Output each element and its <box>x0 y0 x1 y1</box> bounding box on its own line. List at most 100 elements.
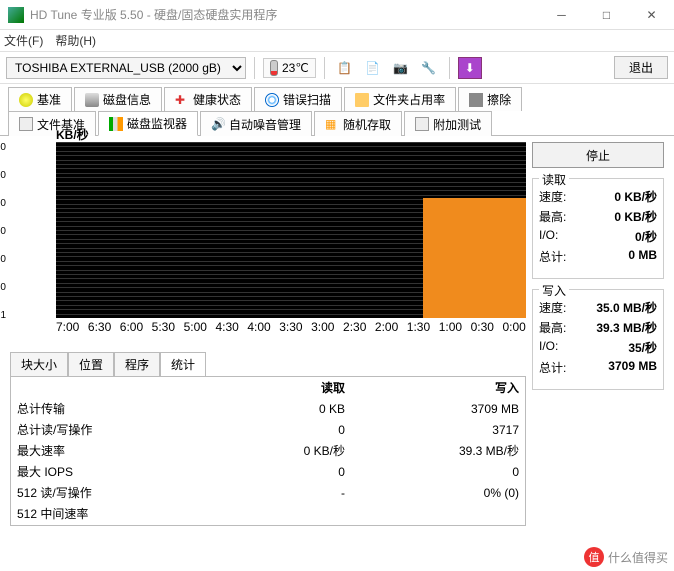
save-screenshot-button[interactable]: 📷 <box>389 57 413 79</box>
online-button[interactable]: ⬇ <box>458 57 482 79</box>
chart-y-title: KB/秒 <box>56 126 89 143</box>
chart-canvas <box>56 142 526 318</box>
read-legend: 读取 <box>539 171 569 188</box>
stat-row: 速度: 0 KB/秒 <box>539 188 657 205</box>
watermark: 值 什么值得买 <box>584 547 668 567</box>
write-legend: 写入 <box>539 282 569 299</box>
table-cell: 最大速率 <box>11 440 222 461</box>
minimize-button[interactable]: ─ <box>539 0 584 30</box>
ico-scan-icon <box>265 93 279 107</box>
table-cell: 39.3 MB/秒 <box>351 440 525 461</box>
stat-value: 39.3 MB/秒 <box>596 319 657 336</box>
menu-bar: 文件(F) 帮助(H) <box>0 30 674 52</box>
table-cell: 最大 IOPS <box>11 461 222 482</box>
read-group: 读取 速度:0 KB/秒最高:0 KB/秒I/O:0/秒总计:0 MB <box>532 178 664 279</box>
col-header: 读取 <box>222 377 351 398</box>
close-button[interactable]: ✕ <box>629 0 674 30</box>
stat-value: 0 KB/秒 <box>614 188 657 205</box>
tab-label: 磁盘监视器 <box>127 115 187 132</box>
table-row: 最大 IOPS00 <box>11 461 525 482</box>
temperature-value: 23℃ <box>282 61 309 75</box>
tab-label: 自动噪音管理 <box>229 116 301 133</box>
tab-label: 基准 <box>37 91 61 108</box>
tab-label: 附加测试 <box>433 116 481 133</box>
stat-row: 最高: 39.3 MB/秒 <box>539 319 657 336</box>
tab-附加测试[interactable]: 附加测试 <box>404 111 492 136</box>
ico-speaker-icon: 🔊 <box>211 117 225 131</box>
x-tick: 2:30 <box>343 320 366 334</box>
tab-label: 文件夹占用率 <box>373 91 445 108</box>
ico-erase-icon <box>469 93 483 107</box>
watermark-badge: 值 <box>584 547 604 567</box>
copy-info-button[interactable]: 📋 <box>333 57 357 79</box>
table-cell: - <box>222 524 351 526</box>
ico-folder-icon <box>355 93 369 107</box>
tab-健康状态[interactable]: ✚健康状态 <box>164 87 252 111</box>
stat-row: 速度:35.0 MB/秒 <box>539 299 657 316</box>
ico-monitor-icon <box>109 117 123 131</box>
table-cell: 0 <box>222 461 351 482</box>
table-cell: 512 读/写操作 <box>11 482 222 503</box>
tab-文件夹占用率[interactable]: 文件夹占用率 <box>344 87 456 111</box>
download-icon: ⬇ <box>465 61 475 75</box>
ico-disk-icon <box>85 93 99 107</box>
stat-row: 总计:0 MB <box>539 248 657 265</box>
gear-icon: 🔧 <box>421 61 436 75</box>
x-tick: 6:00 <box>120 320 143 334</box>
table-cell: - <box>222 482 351 503</box>
col-header <box>11 377 222 398</box>
x-tick: 3:30 <box>279 320 302 334</box>
x-tick: 5:00 <box>184 320 207 334</box>
maximize-button[interactable]: □ <box>584 0 629 30</box>
tab-基准[interactable]: 基准 <box>8 87 72 111</box>
subtab-统计[interactable]: 统计 <box>160 352 206 376</box>
x-tick: 1:00 <box>439 320 462 334</box>
y-tick: 100 <box>0 254 6 265</box>
subtab-程序[interactable]: 程序 <box>114 352 160 376</box>
table-cell: 总计读/写操作 <box>11 419 222 440</box>
tab-row-1: 基准磁盘信息✚健康状态错误扫描 文件夹占用率擦除 <box>8 86 666 110</box>
tab-自动噪音管理[interactable]: 🔊 自动噪音管理 <box>200 111 312 136</box>
menu-help[interactable]: 帮助(H) <box>55 32 96 49</box>
chart-x-axis: 7:006:306:005:305:004:304:003:303:002:30… <box>56 320 526 334</box>
chart-bar-write <box>423 198 526 318</box>
x-tick: 5:30 <box>152 320 175 334</box>
stat-key: 速度: <box>539 188 566 205</box>
subtab-位置[interactable]: 位置 <box>68 352 114 376</box>
tab-随机存取[interactable]: ▦随机存取 <box>314 111 402 136</box>
x-tick: 4:30 <box>215 320 238 334</box>
stat-row: I/O:0/秒 <box>539 228 657 245</box>
stat-value: 35/秒 <box>628 339 657 356</box>
tab-磁盘信息[interactable]: 磁盘信息 <box>74 87 162 111</box>
tab-磁盘监视器[interactable]: 磁盘监视器 <box>98 111 198 136</box>
options-button[interactable]: 🔧 <box>417 57 441 79</box>
right-column: 停止 读取 速度:0 KB/秒最高:0 KB/秒I/O:0/秒总计:0 MB 写… <box>532 142 664 526</box>
stop-button[interactable]: 停止 <box>532 142 664 168</box>
stat-key: I/O: <box>539 228 558 245</box>
stat-key: 速度: <box>539 299 566 316</box>
table-cell: 0 KB/秒 <box>222 440 351 461</box>
table-cell: 0 <box>351 461 525 482</box>
table-cell: 0% (0) <box>351 524 525 526</box>
tab-擦除[interactable]: 擦除 <box>458 87 522 111</box>
stat-key: 最高: <box>539 208 566 225</box>
table-cell: 0% (0) <box>351 482 525 503</box>
table-row: 总计读/写操作03717 <box>11 419 525 440</box>
stat-key: 最高: <box>539 319 566 336</box>
thermometer-icon <box>270 60 278 76</box>
drive-select[interactable]: TOSHIBA EXTERNAL_USB (2000 gB) <box>6 57 246 79</box>
menu-file[interactable]: 文件(F) <box>4 32 43 49</box>
app-icon <box>8 7 24 23</box>
tab-错误扫描[interactable]: 错误扫描 <box>254 87 342 111</box>
copy-screenshot-button[interactable]: 📄 <box>361 57 385 79</box>
stats-table-container[interactable]: 读取写入总计传输0 KB3709 MB总计读/写操作03717最大速率0 KB/… <box>10 376 526 526</box>
ico-bulb-icon <box>19 93 33 107</box>
temperature-display: 23℃ <box>263 58 316 78</box>
stat-value: 0 KB/秒 <box>614 208 657 225</box>
y-tick: 1000000 <box>0 142 6 153</box>
stat-key: 总计: <box>539 248 566 265</box>
subtab-块大小[interactable]: 块大小 <box>10 352 68 376</box>
tab-container: 基准磁盘信息✚健康状态错误扫描文件夹占用率擦除 文件基准磁盘监视器🔊自动噪音管理… <box>0 84 674 135</box>
ico-clip-icon <box>415 117 429 131</box>
exit-button[interactable]: 退出 <box>614 56 668 79</box>
